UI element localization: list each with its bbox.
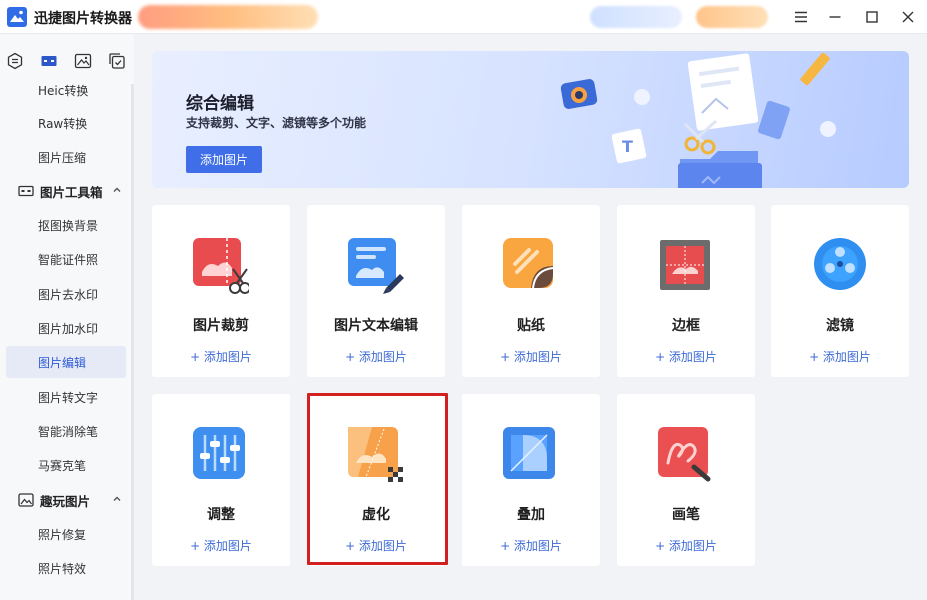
- overlay-icon: [503, 427, 555, 479]
- menu-button[interactable]: [789, 5, 813, 29]
- chevron-up-icon: [113, 496, 121, 501]
- convert-icon: [7, 52, 23, 70]
- image-icon: [74, 53, 92, 69]
- chevron-up-icon: [113, 187, 121, 192]
- title-bar: 迅捷图片转换器: [0, 0, 927, 34]
- sidebar-item-image-edit[interactable]: 图片编辑: [6, 346, 126, 378]
- promo-banner[interactable]: [138, 5, 318, 29]
- card-label: 虚化: [362, 507, 390, 523]
- hero-subtitle: 支持裁剪、文字、滤镜等多个功能: [186, 116, 367, 130]
- sidebar: Heic转换 Raw转换 图片压缩 图片工具箱 抠图换背景 智能证件照 图片去水…: [0, 84, 134, 600]
- app-title: 迅捷图片转换器: [34, 11, 132, 27]
- card-label: 图片文本编辑: [334, 318, 418, 334]
- card-overlay[interactable]: 叠加 + 添加图片: [462, 394, 600, 566]
- app-logo-icon: [7, 7, 27, 27]
- close-icon: [902, 11, 914, 23]
- hero-add-image-button[interactable]: 添加图片: [186, 146, 262, 173]
- card-text-edit[interactable]: 图片文本编辑 + 添加图片: [307, 205, 445, 377]
- sidebar-item-add-watermark[interactable]: 图片加水印: [6, 312, 126, 344]
- sidebar-group-fun[interactable]: 趣玩图片: [6, 484, 130, 516]
- card-brush[interactable]: 画笔 + 添加图片: [617, 394, 755, 566]
- sidebar-item-remove-watermark[interactable]: 图片去水印: [6, 278, 126, 310]
- add-image-link[interactable]: + 添加图片: [462, 537, 600, 554]
- filter-icon: [814, 238, 866, 290]
- minimize-icon: [829, 16, 841, 18]
- card-label: 贴纸: [517, 318, 545, 334]
- maximize-icon: [866, 11, 878, 23]
- add-image-link[interactable]: + 添加图片: [462, 348, 600, 365]
- sidebar-scrollbar[interactable]: [131, 84, 134, 600]
- user-account-chip[interactable]: [590, 6, 682, 28]
- border-icon: [660, 240, 710, 290]
- text-edit-icon: [348, 238, 404, 294]
- image-icon: [18, 492, 34, 508]
- copy-check-icon: [109, 53, 125, 69]
- sidebar-item-photo-effects[interactable]: 照片特效: [6, 552, 126, 584]
- convert-category-button[interactable]: [6, 52, 24, 70]
- card-sticker[interactable]: 贴纸 + 添加图片: [462, 205, 600, 377]
- toolbox-category-button[interactable]: [40, 52, 58, 70]
- card-label: 滤镜: [826, 318, 854, 334]
- hero-banner: 综合编辑 支持裁剪、文字、滤镜等多个功能 添加图片 T: [152, 51, 909, 188]
- close-button[interactable]: [896, 5, 920, 29]
- sidebar-item-heic[interactable]: Heic转换: [6, 84, 126, 106]
- card-label: 边框: [672, 318, 700, 334]
- svg-text:T: T: [622, 137, 633, 156]
- card-label: 画笔: [672, 507, 700, 523]
- card-label: 调整: [207, 507, 235, 523]
- sidebar-item-mosaic[interactable]: 马赛克笔: [6, 449, 126, 481]
- hero-illustration-icon: T: [560, 52, 836, 188]
- crop-icon: [193, 238, 249, 294]
- sidebar-group-toolbox[interactable]: 图片工具箱: [6, 175, 130, 207]
- sidebar-item-id-photo[interactable]: 智能证件照: [6, 243, 126, 275]
- add-image-link[interactable]: + 添加图片: [152, 348, 290, 365]
- vip-upgrade-chip[interactable]: [696, 6, 768, 28]
- hamburger-icon: [795, 11, 807, 23]
- batch-category-button[interactable]: [108, 52, 126, 70]
- sidebar-item-compress[interactable]: 图片压缩: [6, 141, 126, 173]
- toolbox-icon: [18, 183, 34, 199]
- add-image-link[interactable]: + 添加图片: [152, 537, 290, 554]
- card-blur[interactable]: 虚化 + 添加图片: [307, 394, 445, 566]
- sidebar-item-eraser[interactable]: 智能消除笔: [6, 415, 126, 447]
- fun-image-category-button[interactable]: [74, 52, 92, 70]
- maximize-button[interactable]: [860, 5, 884, 29]
- card-adjust[interactable]: 调整 + 添加图片: [152, 394, 290, 566]
- sidebar-item-ocr[interactable]: 图片转文字: [6, 381, 126, 413]
- sticker-icon: [503, 238, 554, 289]
- card-crop[interactable]: 图片裁剪 + 添加图片: [152, 205, 290, 377]
- sidebar-item-cutout[interactable]: 抠图换背景: [6, 209, 126, 241]
- add-image-link[interactable]: + 添加图片: [617, 348, 755, 365]
- add-image-link[interactable]: + 添加图片: [307, 537, 445, 554]
- brush-icon: [658, 427, 711, 482]
- minimize-button[interactable]: [823, 5, 847, 29]
- sidebar-item-raw[interactable]: Raw转换: [6, 107, 126, 139]
- add-image-link[interactable]: + 添加图片: [617, 537, 755, 554]
- card-border[interactable]: 边框 + 添加图片: [617, 205, 755, 377]
- card-filter[interactable]: 滤镜 + 添加图片: [771, 205, 909, 377]
- category-icon-strip: [0, 34, 134, 84]
- adjust-icon: [193, 427, 245, 479]
- hero-title: 综合编辑: [186, 94, 254, 114]
- toolbox-icon: [41, 56, 57, 66]
- blur-icon: [348, 427, 403, 482]
- add-image-link[interactable]: + 添加图片: [771, 348, 909, 365]
- card-label: 图片裁剪: [193, 318, 249, 334]
- add-image-link[interactable]: + 添加图片: [307, 348, 445, 365]
- sidebar-item-photo-repair[interactable]: 照片修复: [6, 518, 126, 550]
- card-label: 叠加: [517, 507, 545, 523]
